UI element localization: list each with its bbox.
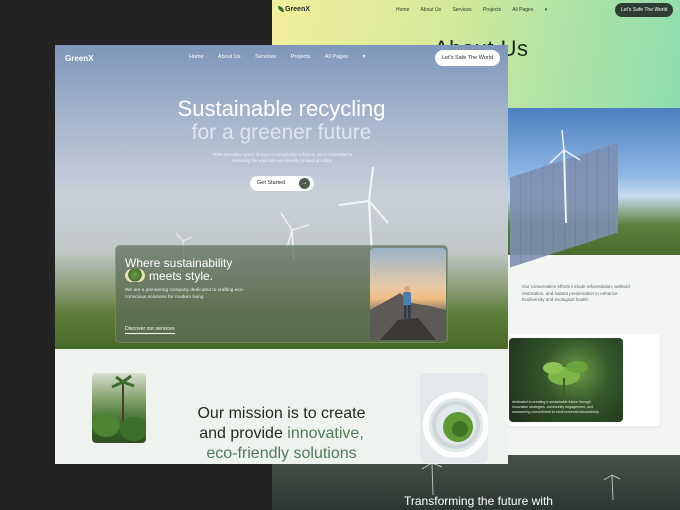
- forest-photo: [92, 373, 146, 443]
- arrow-right-icon: →: [299, 178, 310, 189]
- wind-turbine-icon: [549, 129, 581, 224]
- discover-services-link[interactable]: Discover our services: [125, 326, 175, 334]
- hero-subtitle: From innovative green designs to sustain…: [212, 152, 353, 163]
- back-bottom-heading: Transforming the future with: [404, 494, 553, 508]
- hiker-photo: [370, 248, 446, 340]
- mission-highlight-innovative: innovative,: [287, 425, 364, 442]
- hero-section: GreenX Home About Us Services Projects A…: [55, 45, 508, 349]
- get-started-button[interactable]: Get Started →: [250, 176, 314, 191]
- back-nav-all-pages[interactable]: All Pages ▾: [512, 7, 557, 13]
- spiral-stair-photo: [420, 373, 488, 463]
- nav-about[interactable]: About Us: [218, 54, 241, 60]
- feature-card-body: We are a pioneering company dedicated to…: [125, 288, 245, 300]
- logo[interactable]: GreenX: [65, 54, 93, 63]
- mission-heading: Our mission is to create and provide inn…: [165, 404, 398, 464]
- back-nav-about[interactable]: About Us: [420, 7, 441, 13]
- back-nav-home[interactable]: Home: [396, 7, 409, 13]
- back-nav-services[interactable]: Services: [452, 7, 471, 13]
- nav-projects[interactable]: Projects: [291, 54, 311, 60]
- front-page-window: GreenX Home About Us Services Projects A…: [55, 45, 508, 464]
- hero-title-line-2: for a greener future: [191, 121, 372, 144]
- nav-home[interactable]: Home: [189, 54, 204, 60]
- cta-button[interactable]: Let's Safe The World: [435, 50, 500, 66]
- back-logo[interactable]: GreenX: [278, 6, 310, 13]
- spiral-staircase-icon: [423, 392, 488, 458]
- nav-services[interactable]: Services: [255, 54, 276, 60]
- mission-line-2: and provide innovative,: [165, 424, 398, 444]
- chevron-down-icon: ▾: [362, 54, 366, 60]
- back-nav-links: Home About Us Services Projects All Page…: [396, 7, 567, 13]
- mountain-hiker-icon: [370, 286, 446, 340]
- feature-card-title-1: Where sustainability: [125, 256, 233, 270]
- back-card-text: dedicated to creating a sustainable futu…: [512, 400, 600, 414]
- back-logo-text: GreenX: [285, 6, 310, 13]
- back-nav-projects[interactable]: Projects: [483, 7, 501, 13]
- navbar: GreenX Home About Us Services Projects A…: [55, 45, 508, 71]
- nav-all-pages[interactable]: All Pages ▾: [325, 54, 379, 60]
- back-nav-all-pages-label: All Pages: [512, 7, 534, 13]
- mission-line-1: Our mission is to create: [197, 405, 366, 422]
- feature-card-title-2: meets style.: [149, 269, 214, 283]
- back-cta-button[interactable]: Let's Safe The World: [615, 3, 674, 17]
- mission-line-2-text: and provide: [199, 425, 288, 442]
- back-solar-photo: [506, 108, 680, 268]
- back-navbar: GreenX Home About Us Services Projects A…: [272, 0, 680, 22]
- plant-bowl-icon: [125, 269, 145, 282]
- nav-links: Home About Us Services Projects All Page…: [189, 54, 391, 60]
- palm-tree-icon: [92, 374, 146, 441]
- mission-line-3: eco-friendly solutions: [206, 445, 357, 462]
- chevron-down-icon: ▾: [544, 7, 548, 13]
- hero-title-line-1: Sustainable recycling: [177, 96, 386, 121]
- nav-all-pages-label: All Pages: [324, 54, 349, 60]
- leaf-icon: [278, 6, 284, 12]
- get-started-label: Get Started: [257, 180, 286, 186]
- back-conservation-text: Our conservation efforts include refores…: [522, 284, 630, 302]
